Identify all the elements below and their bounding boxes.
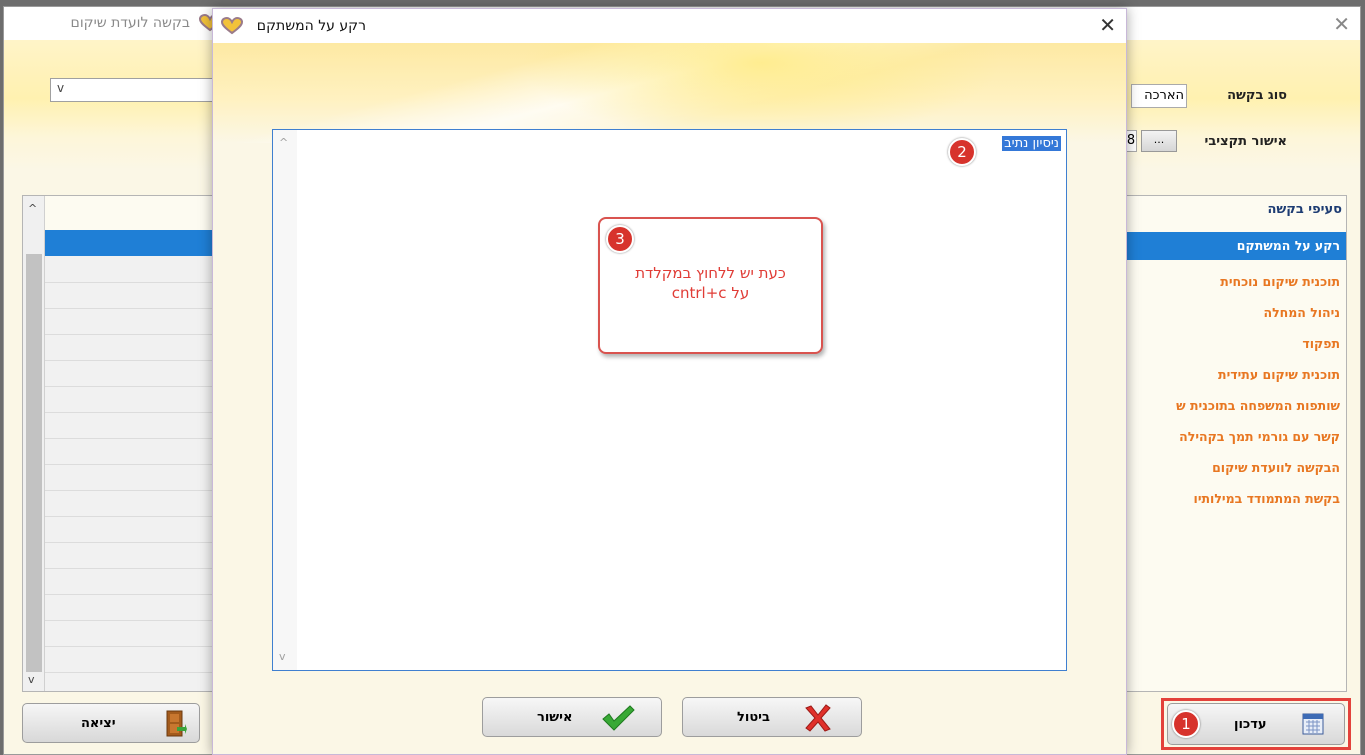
sections-panel: סעיפי בקשה רקע על המשתקם תוכנית שיקום נו… (1121, 195, 1347, 692)
request-type-label: סוג בקשה (1227, 88, 1287, 103)
update-button[interactable]: עדכון 1 (1167, 703, 1345, 745)
ok-button[interactable]: אישור (482, 697, 662, 737)
instruction-callout: 3 כעת יש ללחוץ במקלדת על cntrl+c (598, 217, 823, 354)
table-row[interactable] (45, 490, 221, 517)
table-row[interactable] (45, 620, 221, 647)
table-row[interactable] (45, 360, 221, 387)
table-row[interactable] (45, 594, 221, 621)
exit-button-label: יציאה (81, 716, 116, 731)
background-text-area[interactable]: ^ v ניסיון נתיב 2 (272, 129, 1067, 671)
section-item-background[interactable]: רקע על המשתקם (1122, 232, 1346, 260)
dialog-title: רקע על המשתקם (256, 18, 366, 34)
background-window-title: בקשה לועדת שיקום (70, 15, 190, 31)
scroll-up-icon[interactable]: ^ (279, 136, 288, 149)
section-item-future-plan[interactable]: תוכנית שיקום עתידית (1122, 361, 1346, 389)
filter-dropdown[interactable]: v (50, 78, 218, 102)
dialog-close-icon[interactable]: ✕ (1099, 13, 1116, 37)
data-grid[interactable]: ^ v (22, 195, 222, 692)
table-row[interactable] (45, 464, 221, 491)
scroll-down-icon[interactable]: v (28, 673, 35, 686)
scroll-up-icon[interactable]: ^ (28, 202, 37, 215)
scroll-down-icon[interactable]: v (279, 650, 286, 663)
background-info-dialog: רקע על המשתקם ✕ ^ v ניסיון נתיב 2 3 כעת … (212, 8, 1127, 755)
dialog-titlebar: רקע על המשתקם ✕ (213, 9, 1126, 43)
grid-header (45, 196, 221, 231)
exit-door-icon (165, 710, 187, 738)
chevron-down-icon: v (57, 81, 65, 95)
table-row[interactable] (45, 308, 221, 335)
cancel-button-label: ביטול (737, 710, 770, 725)
callout-text: כעת יש ללחוץ במקלדת על cntrl+c (600, 263, 821, 303)
budget-approval-label: אישור תקציבי (1204, 134, 1288, 149)
app-logo-icon (220, 16, 244, 39)
table-row[interactable] (45, 438, 221, 465)
section-item-applicant-words[interactable]: בקשת המתמודד במילותיו (1122, 485, 1346, 513)
annotation-badge-3: 3 (606, 225, 634, 253)
table-row[interactable] (45, 542, 221, 569)
background-close-icon[interactable]: ✕ (1333, 12, 1350, 36)
table-row[interactable] (45, 230, 221, 256)
exit-button[interactable]: יציאה (22, 703, 200, 743)
callout-line-1: כעת יש ללחוץ במקלדת (635, 264, 786, 282)
scroll-thumb[interactable] (26, 254, 42, 672)
table-row[interactable] (45, 386, 221, 413)
cancel-button[interactable]: ביטול (682, 697, 862, 737)
table-row[interactable] (45, 412, 221, 439)
table-row[interactable] (45, 282, 221, 309)
textarea-scrollbar[interactable]: ^ v (273, 130, 297, 670)
callout-line-2: על cntrl+c (671, 284, 750, 302)
selected-text[interactable]: ניסיון נתיב (1002, 136, 1061, 151)
checkmark-icon (601, 704, 635, 736)
section-item-family-partnership[interactable]: שותפות המשפחה בתוכנית ש (1122, 392, 1346, 420)
table-row[interactable] (45, 516, 221, 543)
table-row[interactable] (45, 568, 221, 595)
section-item-current-plan[interactable]: תוכנית שיקום נוכחית (1122, 268, 1346, 296)
section-item-illness-management[interactable]: ניהול המחלה (1122, 299, 1346, 327)
update-button-label: עדכון (1234, 717, 1267, 732)
table-row[interactable] (45, 256, 221, 283)
calendar-grid-icon (1302, 713, 1324, 735)
annotation-badge-2: 2 (948, 138, 976, 166)
table-row[interactable] (45, 646, 221, 673)
section-item-functioning[interactable]: תפקוד (1122, 330, 1346, 358)
section-item-community-support[interactable]: קשר עם גורמי תמך בקהילה (1122, 423, 1346, 451)
sections-header: סעיפי בקשה (1267, 202, 1342, 217)
grid-scrollbar[interactable]: ^ v (23, 196, 45, 691)
section-item-committee-request[interactable]: הבקשה לוועדת שיקום (1122, 454, 1346, 482)
dialog-header-band (213, 43, 1126, 143)
table-row[interactable] (45, 334, 221, 361)
budget-browse-button[interactable]: ... (1141, 130, 1177, 152)
request-type-field[interactable]: הארכה (1131, 84, 1187, 108)
annotation-badge-1: 1 (1172, 710, 1200, 738)
cross-icon (803, 704, 833, 736)
ok-button-label: אישור (537, 710, 573, 725)
